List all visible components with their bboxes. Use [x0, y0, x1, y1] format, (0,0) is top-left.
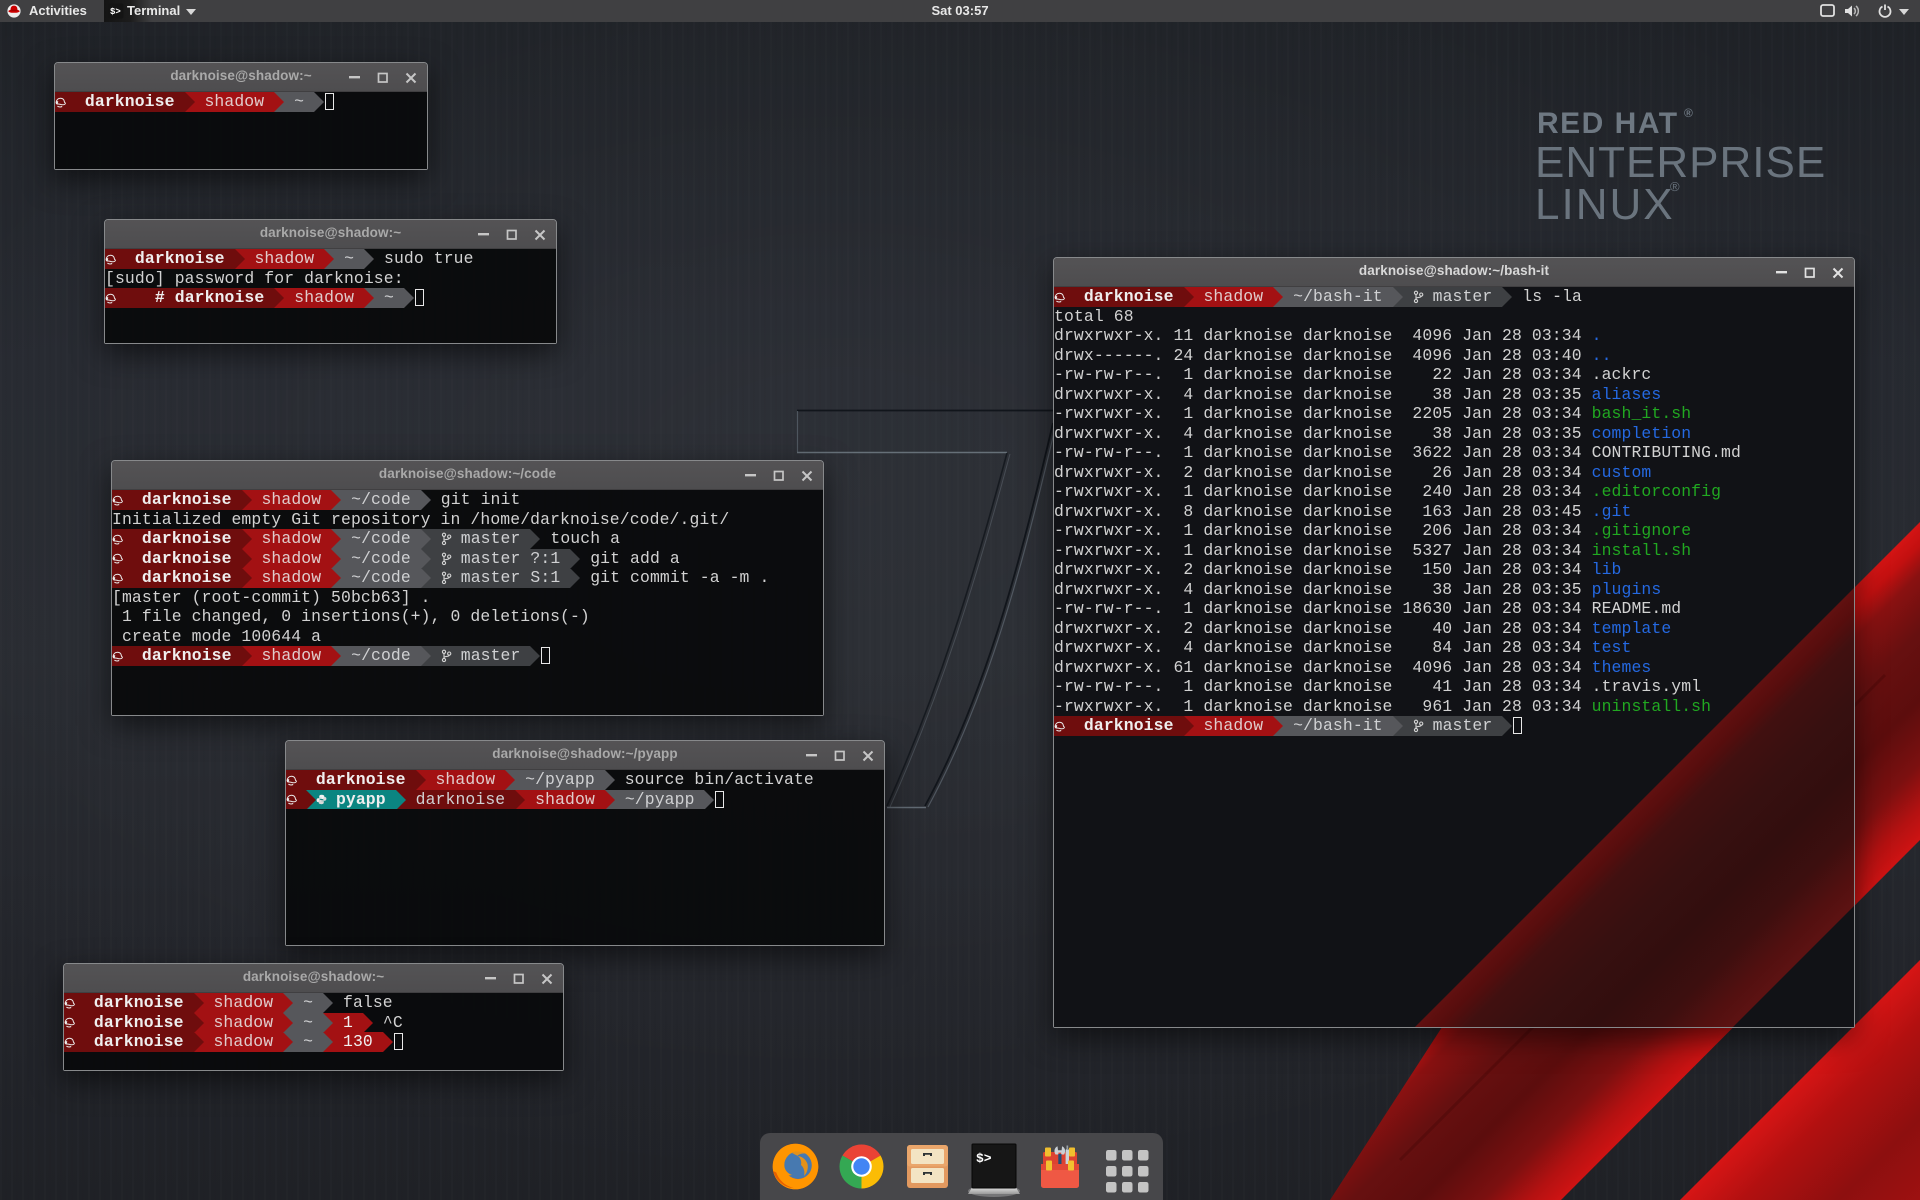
svg-text:LINUX: LINUX — [1535, 180, 1675, 229]
svg-text:$>: $> — [976, 1151, 992, 1166]
svg-text:®: ® — [1684, 106, 1693, 120]
svg-text:®: ® — [1670, 179, 1680, 194]
svg-text:RED HAT: RED HAT — [1537, 107, 1679, 140]
